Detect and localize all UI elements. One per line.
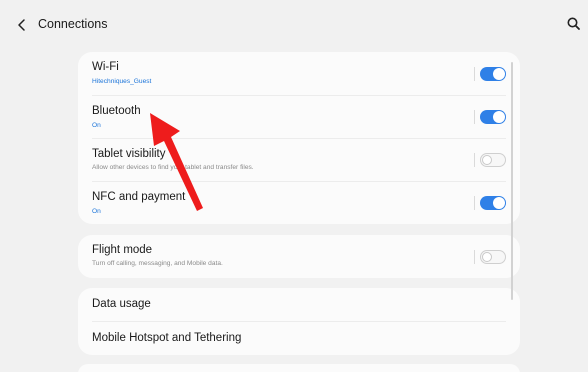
hotspot-tethering-row[interactable]: Mobile Hotspot and Tethering [78, 322, 520, 355]
toggle-knob [493, 68, 505, 80]
page-title: Connections [38, 17, 108, 31]
nfc-status: On [92, 208, 101, 215]
connections-screen: Connections Wi-Fi Hitechniques_Guest Blu… [0, 0, 588, 372]
flight-mode-toggle[interactable] [480, 250, 506, 264]
search-icon [567, 17, 580, 30]
flight-mode-row[interactable]: Flight mode Turn off calling, messaging,… [78, 235, 520, 278]
wifi-network-name: Hitechniques_Guest [92, 78, 152, 85]
row-separator [474, 67, 475, 81]
hotspot-tethering-label: Mobile Hotspot and Tethering [92, 332, 242, 344]
row-separator [474, 110, 475, 124]
back-button[interactable] [14, 14, 34, 36]
search-button[interactable] [565, 15, 583, 33]
toggle-knob [493, 111, 505, 123]
bluetooth-toggle[interactable] [480, 110, 506, 124]
tablet-visibility-label: Tablet visibility [92, 148, 166, 160]
chevron-left-icon [18, 19, 25, 31]
tablet-visibility-toggle[interactable] [480, 153, 506, 167]
row-separator [474, 196, 475, 210]
row-separator [474, 250, 475, 264]
connections-card-primary: Wi-Fi Hitechniques_Guest Bluetooth On Ta… [78, 52, 520, 224]
flight-mode-description: Turn off calling, messaging, and Mobile … [92, 260, 223, 267]
next-settings-card [78, 364, 520, 372]
data-usage-label: Data usage [92, 298, 151, 310]
wifi-label: Wi-Fi [92, 61, 119, 73]
data-card: Data usage Mobile Hotspot and Tethering [78, 288, 520, 355]
nfc-label: NFC and payment [92, 191, 186, 203]
bluetooth-status: On [92, 122, 101, 129]
nfc-toggle[interactable] [480, 196, 506, 210]
row-separator [474, 153, 475, 167]
wifi-toggle[interactable] [480, 67, 506, 81]
toggle-knob [482, 252, 492, 262]
app-header: Connections [0, 0, 588, 50]
toggle-knob [493, 197, 505, 209]
toggle-knob [482, 155, 492, 165]
wifi-setting-row[interactable]: Wi-Fi Hitechniques_Guest [78, 52, 520, 95]
tablet-visibility-row[interactable]: Tablet visibility Allow other devices to… [78, 139, 520, 181]
scrollbar[interactable] [511, 62, 513, 300]
bluetooth-label: Bluetooth [92, 105, 141, 117]
tablet-visibility-description: Allow other devices to find your tablet … [92, 164, 254, 171]
bluetooth-setting-row[interactable]: Bluetooth On [78, 96, 520, 138]
flight-mode-label: Flight mode [92, 244, 153, 256]
nfc-payment-row[interactable]: NFC and payment On [78, 182, 520, 224]
data-usage-row[interactable]: Data usage [78, 288, 520, 321]
flight-mode-card: Flight mode Turn off calling, messaging,… [78, 235, 520, 278]
